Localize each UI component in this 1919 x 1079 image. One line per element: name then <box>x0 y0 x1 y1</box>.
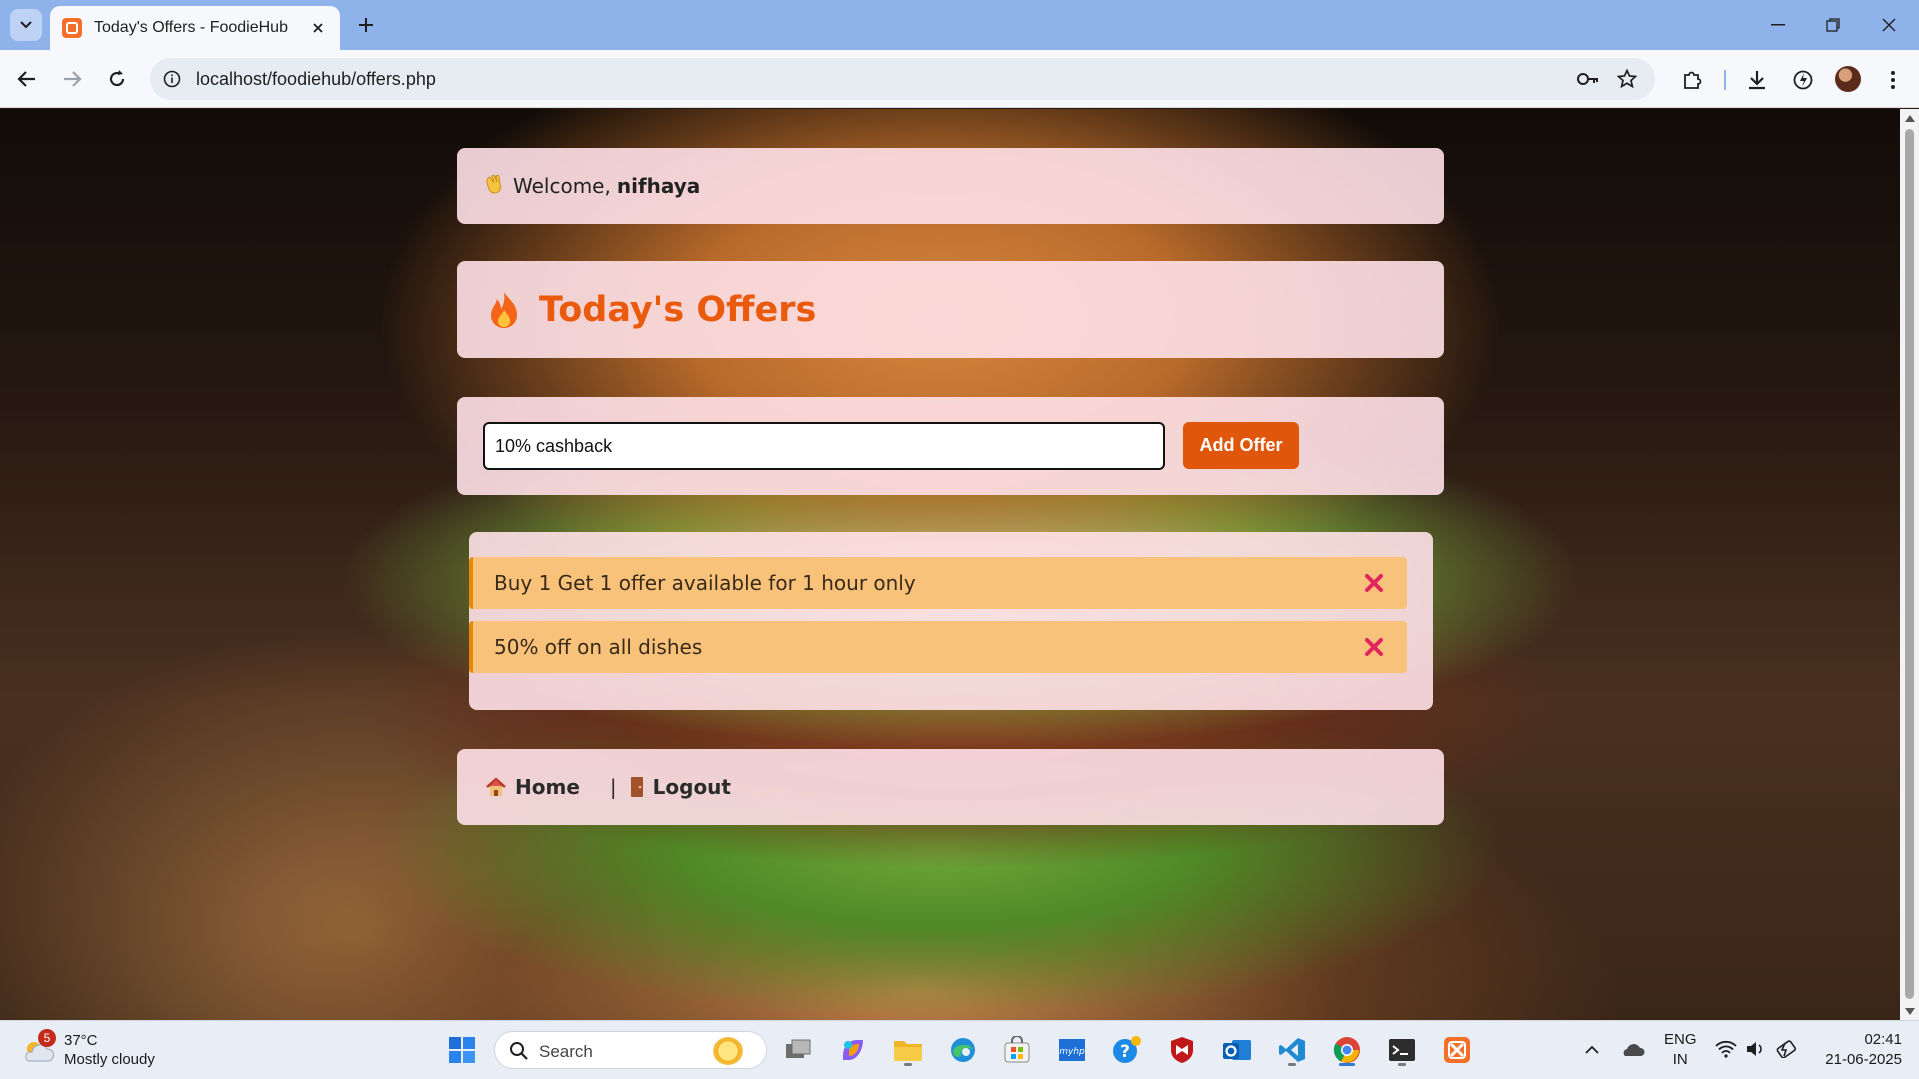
delete-offer-icon[interactable] <box>1361 634 1387 660</box>
xampp-icon[interactable] <box>1438 1031 1476 1069</box>
language-indicator[interactable]: ENG IN <box>1664 1030 1697 1070</box>
app-running-indicator <box>1288 1063 1296 1066</box>
back-arrow-icon[interactable] <box>10 62 44 96</box>
url-text[interactable]: localhost/foodiehub/offers.php <box>196 69 436 90</box>
search-label: Search <box>539 1042 593 1061</box>
welcome-prefix: Welcome, <box>513 174 611 198</box>
xampp-favicon-icon <box>62 18 82 38</box>
reload-icon[interactable] <box>100 62 134 96</box>
minimize-icon[interactable] <box>1763 12 1793 38</box>
download-icon[interactable] <box>1742 65 1772 95</box>
help-icon[interactable]: ? <box>1108 1031 1146 1069</box>
new-tab-plus-icon[interactable] <box>352 11 380 39</box>
welcome-username: nifhaya <box>616 174 701 198</box>
svg-text:?: ? <box>1120 1042 1130 1062</box>
app-running-indicator <box>1398 1063 1406 1066</box>
nav-separator: | <box>609 775 617 799</box>
vscode-icon[interactable] <box>1273 1031 1311 1069</box>
profile-avatar[interactable] <box>1835 66 1861 92</box>
weather-widget[interactable]: 5 37°C Mostly cloudy <box>18 1029 168 1073</box>
weather-description: Mostly cloudy <box>64 1051 155 1068</box>
file-explorer-icon[interactable] <box>889 1031 927 1069</box>
performance-icon[interactable] <box>1788 65 1818 95</box>
weather-alert-badge: 5 <box>38 1029 56 1047</box>
chrome-icon[interactable] <box>1328 1031 1366 1069</box>
chevron-down-icon <box>20 21 32 29</box>
bookmark-star-icon[interactable] <box>1614 67 1640 91</box>
offer-input[interactable] <box>483 422 1165 470</box>
tab-close-icon[interactable] <box>308 18 328 38</box>
fire-icon <box>487 290 521 330</box>
footer-nav: Home | Logout <box>457 749 1444 825</box>
task-view-icon[interactable] <box>779 1031 817 1069</box>
weather-temperature: 37°C <box>64 1032 98 1049</box>
restore-icon[interactable] <box>1818 12 1848 38</box>
terminal-icon[interactable] <box>1383 1031 1421 1069</box>
page-viewport: Welcome, nifhaya Today's Offers Add Offe… <box>0 109 1900 1020</box>
tab-search-button[interactable] <box>10 9 42 41</box>
edge-browser-icon[interactable] <box>944 1031 982 1069</box>
myhp-icon[interactable]: myhp <box>1053 1031 1091 1069</box>
browser-toolbar: localhost/foodiehub/offers.php <box>0 50 1919 108</box>
home-label: Home <box>515 775 580 799</box>
language-region: IN <box>1672 1051 1688 1068</box>
offer-item: Buy 1 Get 1 offer available for 1 hour o… <box>469 557 1407 609</box>
search-icon <box>510 1042 528 1060</box>
more-menu-icon[interactable] <box>1878 65 1908 95</box>
search-highlight-icon <box>713 1037 743 1065</box>
windows-taskbar: 5 37°C Mostly cloudy Search myhp ? ENG I… <box>0 1020 1919 1079</box>
battery-charging-icon[interactable] <box>1772 1035 1800 1063</box>
home-link[interactable]: Home <box>485 775 580 799</box>
title-card: Today's Offers <box>457 261 1444 358</box>
add-offer-form: Add Offer <box>457 397 1444 495</box>
taskbar-search[interactable]: Search <box>494 1031 767 1069</box>
logout-label: Logout <box>652 775 731 799</box>
offer-text: 50% off on all dishes <box>494 635 703 659</box>
mcafee-icon[interactable] <box>1163 1031 1201 1069</box>
page-title: Today's Offers <box>539 289 817 330</box>
volume-icon[interactable] <box>1741 1035 1769 1063</box>
page-scrollbar[interactable] <box>1900 109 1919 1020</box>
toolbar-separator <box>1724 70 1726 90</box>
clock-date: 21-06-2025 <box>1825 1051 1902 1068</box>
browser-tab-bar: Today's Offers - FoodieHub <box>0 0 1919 50</box>
svg-text:myhp: myhp <box>1059 1047 1085 1057</box>
door-icon <box>629 776 645 798</box>
offer-text: Buy 1 Get 1 offer available for 1 hour o… <box>494 571 916 595</box>
forward-arrow-icon[interactable] <box>55 62 89 96</box>
delete-offer-icon[interactable] <box>1361 570 1387 596</box>
app-running-indicator <box>904 1063 912 1066</box>
scroll-down-icon[interactable] <box>1904 1006 1915 1016</box>
tab-title: Today's Offers - FoodieHub <box>94 19 288 36</box>
onedrive-cloud-icon[interactable] <box>1619 1035 1647 1063</box>
copilot-icon[interactable] <box>834 1031 872 1069</box>
app-active-indicator <box>1339 1063 1355 1066</box>
logout-link[interactable]: Logout <box>629 775 731 799</box>
extensions-puzzle-icon[interactable] <box>1677 65 1707 95</box>
wifi-icon[interactable] <box>1712 1035 1740 1063</box>
microsoft-store-icon[interactable] <box>998 1031 1036 1069</box>
language-code: ENG <box>1664 1031 1697 1048</box>
clock-time: 02:41 <box>1864 1031 1902 1048</box>
scroll-thumb[interactable] <box>1905 129 1914 999</box>
browser-tab-active[interactable]: Today's Offers - FoodieHub <box>50 6 340 50</box>
address-bar[interactable]: localhost/foodiehub/offers.php <box>150 58 1655 100</box>
welcome-card: Welcome, nifhaya <box>457 148 1444 224</box>
offer-item: 50% off on all dishes <box>469 621 1407 673</box>
add-offer-button[interactable]: Add Offer <box>1183 422 1299 469</box>
windows-start-icon[interactable] <box>443 1031 481 1069</box>
show-hidden-icons-chevron-icon[interactable] <box>1578 1035 1606 1063</box>
password-key-icon[interactable] <box>1575 67 1601 91</box>
site-info-icon[interactable] <box>160 67 184 91</box>
house-icon <box>485 777 507 797</box>
close-window-icon[interactable] <box>1874 12 1904 38</box>
waving-hand-icon <box>483 173 505 200</box>
scroll-up-icon[interactable] <box>1904 113 1915 123</box>
offers-list: Buy 1 Get 1 offer available for 1 hour o… <box>469 532 1433 710</box>
outlook-icon[interactable] <box>1218 1031 1256 1069</box>
system-clock[interactable]: 02:41 21-06-2025 <box>1820 1030 1902 1070</box>
